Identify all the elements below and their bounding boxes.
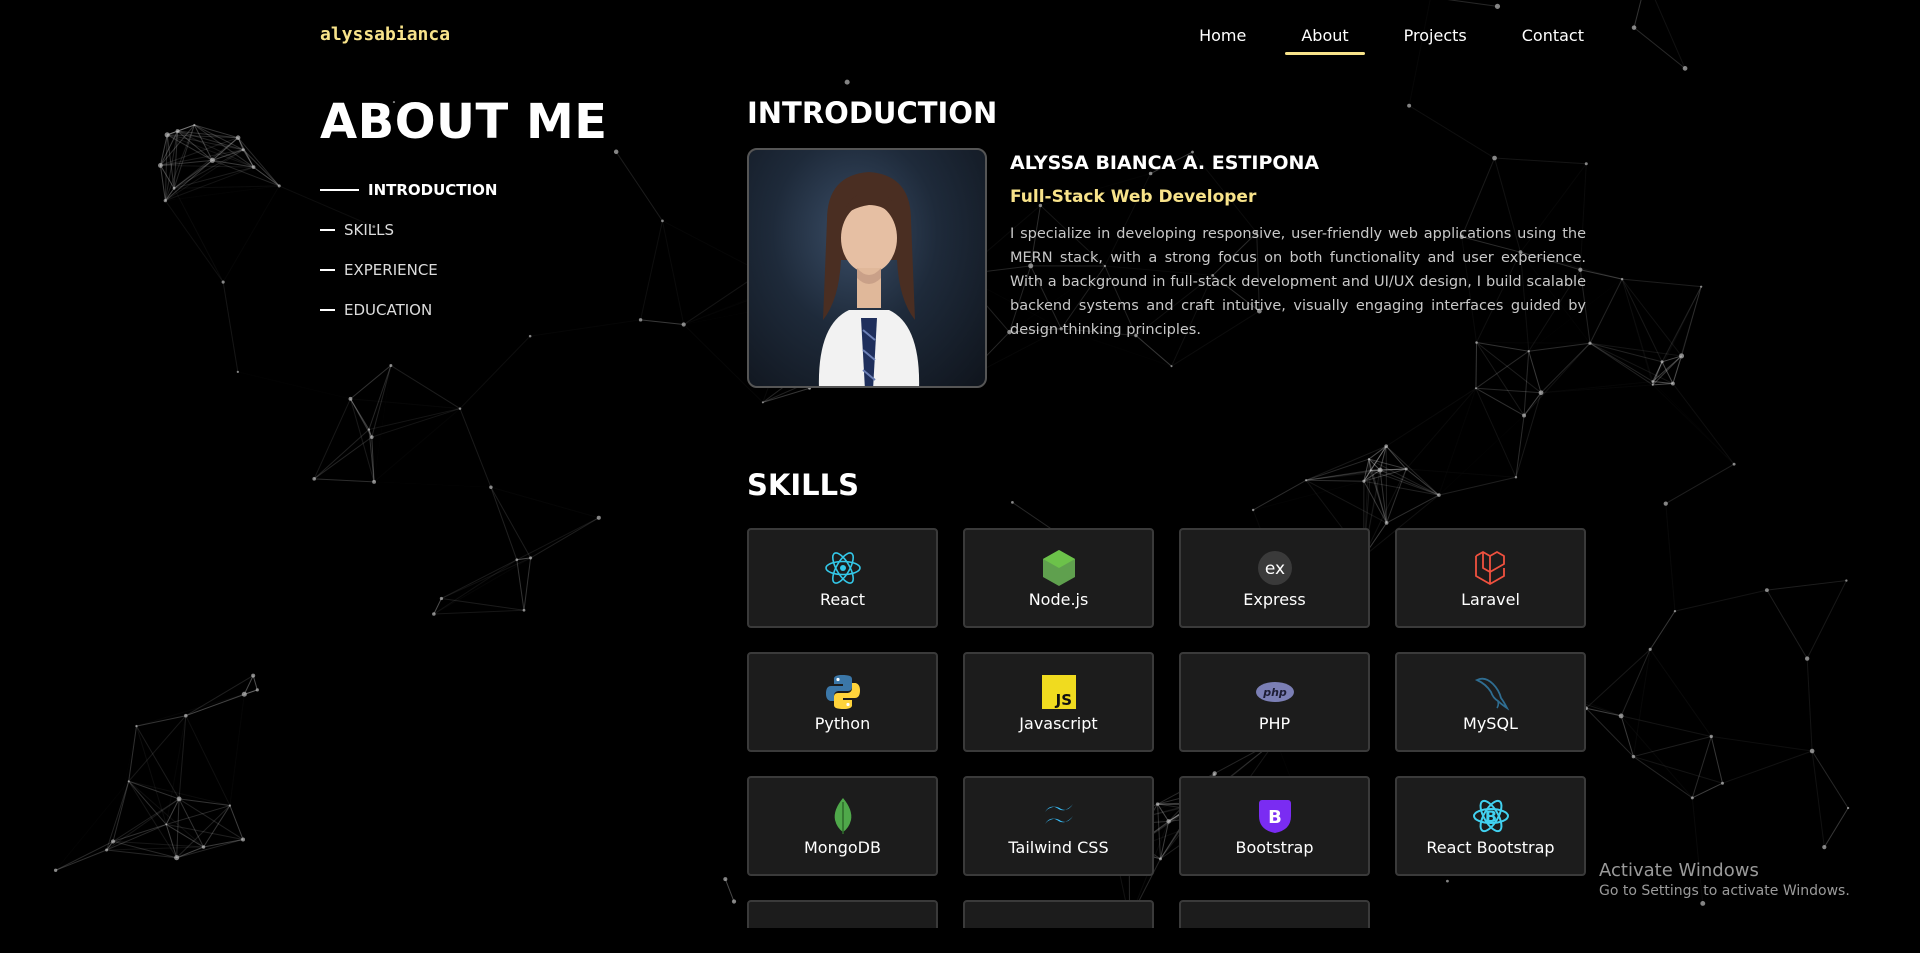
- skills-grid: React Node.js ex Express Laravel Python …: [747, 528, 1587, 928]
- skill-label: PHP: [1258, 713, 1291, 733]
- python-icon: [823, 672, 863, 712]
- skill-card-bootstrap[interactable]: B Bootstrap: [1179, 776, 1370, 876]
- skill-label: MySQL: [1463, 713, 1518, 733]
- svg-text:php: php: [1262, 686, 1287, 699]
- skill-card-mysql[interactable]: MySQL: [1395, 652, 1586, 752]
- skill-card-laravel[interactable]: Laravel: [1395, 528, 1586, 628]
- express-icon: ex: [1255, 548, 1295, 588]
- skill-card-express[interactable]: ex Express: [1179, 528, 1370, 628]
- svg-text:JS: JS: [1054, 691, 1071, 709]
- skill-card-react-bootstrap[interactable]: B React Bootstrap: [1395, 776, 1586, 876]
- skill-card-nodejs[interactable]: Node.js: [963, 528, 1154, 628]
- tailwind-icon: [1039, 796, 1079, 836]
- skill-card-javascript[interactable]: JS Javascript: [963, 652, 1154, 752]
- svg-text:B: B: [1268, 807, 1282, 828]
- bootstrap-icon: B: [1255, 796, 1295, 836]
- skill-label: React: [819, 589, 866, 609]
- skill-label: Bootstrap: [1235, 837, 1314, 857]
- skill-card-python[interactable]: Python: [747, 652, 938, 752]
- skill-label: Javascript: [1019, 713, 1098, 733]
- skill-card-figma[interactable]: [747, 900, 938, 928]
- skill-card-php[interactable]: php PHP: [1179, 652, 1370, 752]
- skill-label: Tailwind CSS: [1008, 837, 1109, 857]
- skill-card-docker[interactable]: [963, 900, 1154, 928]
- skill-card-react[interactable]: React: [747, 528, 938, 628]
- watermark-title: Activate Windows: [1599, 860, 1759, 881]
- react-icon: [823, 548, 863, 588]
- skill-card-mongodb[interactable]: MongoDB: [747, 776, 938, 876]
- skill-label: Python: [814, 713, 871, 733]
- nodejs-icon: [1039, 548, 1079, 588]
- skill-label: Node.js: [1028, 589, 1089, 609]
- skills-viewport: React Node.js ex Express Laravel Python …: [0, 0, 1920, 928]
- skill-label: Express: [1243, 589, 1306, 609]
- javascript-icon: JS: [1039, 672, 1079, 712]
- mongodb-icon: [823, 796, 863, 836]
- php-icon: php: [1255, 672, 1295, 712]
- watermark-subtitle: Go to Settings to activate Windows.: [1599, 883, 1850, 899]
- react-bootstrap-icon: B: [1471, 796, 1511, 836]
- windows-activation-watermark: Activate Windows Go to Settings to activ…: [1599, 860, 1850, 899]
- skill-label: Laravel: [1461, 589, 1520, 609]
- svg-text:B: B: [1484, 807, 1496, 826]
- skill-card-git[interactable]: [1179, 900, 1370, 928]
- svg-text:ex: ex: [1264, 559, 1284, 579]
- skill-card-tailwind[interactable]: Tailwind CSS: [963, 776, 1154, 876]
- laravel-icon: [1471, 548, 1511, 588]
- skill-label: React Bootstrap: [1426, 837, 1555, 857]
- skill-label: MongoDB: [804, 837, 881, 857]
- mysql-icon: [1471, 672, 1511, 712]
